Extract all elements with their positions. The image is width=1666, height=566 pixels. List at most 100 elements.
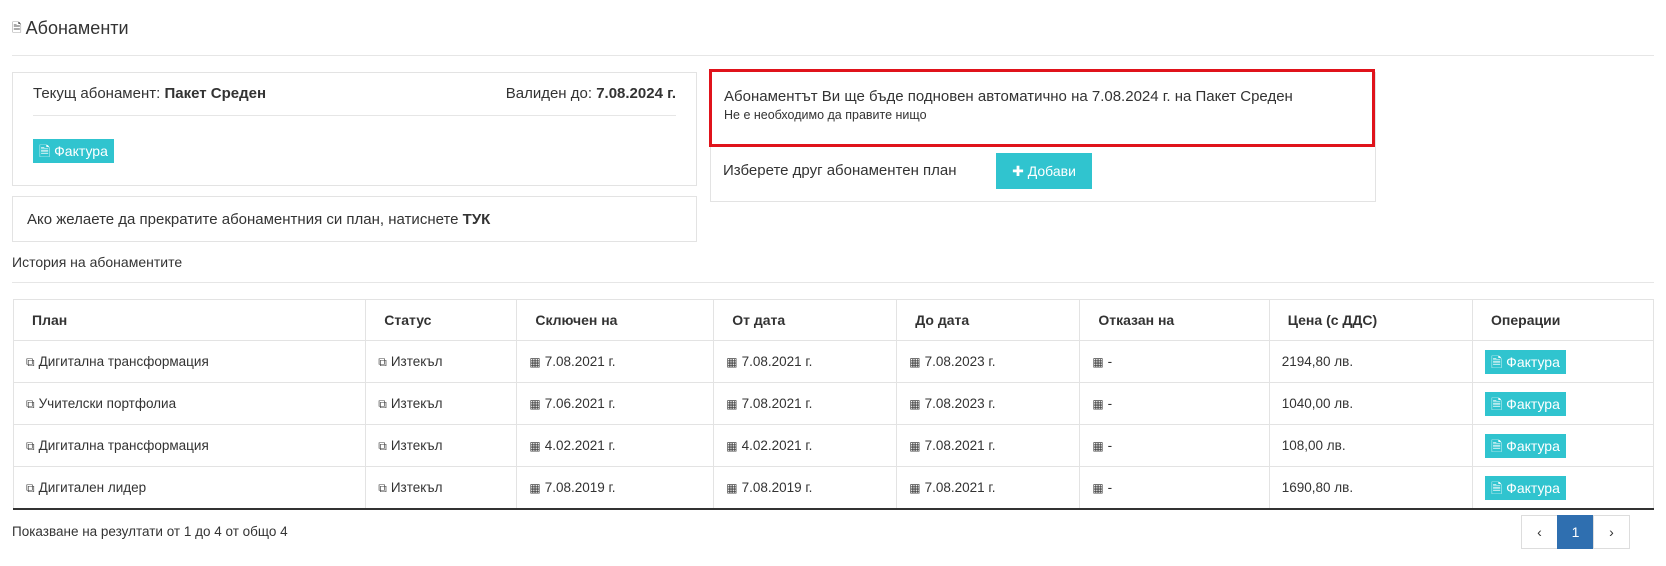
table-row: ⧉ Дигитален лидер ⧉ Изтекъл ▦ 7.08.2019 г. … bbox=[12, 466, 1654, 510]
price: 2194,80 лв. bbox=[1281, 354, 1354, 369]
calendar-icon: ▦ bbox=[726, 355, 738, 369]
current-label: Текущ абонамент: bbox=[33, 85, 161, 102]
current-subscription-panel: Текущ абонамент: Пакет Среден Валиден до… bbox=[12, 72, 697, 186]
column-header-to: До дата bbox=[896, 299, 1081, 341]
current-subscription-row: Текущ абонамент: Пакет Среден Валиден до… bbox=[33, 85, 676, 116]
invoice-label: Фактура bbox=[1506, 353, 1560, 370]
plan-name: Дигитална трансформация bbox=[38, 353, 209, 369]
column-header-status: Статус bbox=[365, 299, 518, 341]
column-header-cancelled: Отказан на bbox=[1079, 299, 1270, 341]
signed-date: 4.02.2021 г. bbox=[544, 438, 616, 453]
calendar-icon: ▦ bbox=[909, 439, 921, 453]
divider bbox=[12, 282, 1654, 283]
calendar-icon: ▦ bbox=[726, 439, 738, 453]
cancelled-date: - bbox=[1107, 354, 1113, 369]
column-header-from: От дата bbox=[713, 299, 898, 341]
cancel-text: Ако желаете да прекратите абонаментния с… bbox=[27, 211, 459, 228]
next-page-button[interactable]: › bbox=[1593, 515, 1630, 549]
add-plan-label: Добави bbox=[1027, 162, 1076, 179]
plan-name: Учителски портфолиа bbox=[38, 395, 177, 411]
calendar-icon: ▦ bbox=[726, 397, 738, 411]
copy-icon: ⧉ bbox=[26, 480, 35, 495]
calendar-icon: ▦ bbox=[529, 355, 541, 369]
to-date: 7.08.2023 г. bbox=[924, 354, 996, 369]
from-date: 7.08.2021 г. bbox=[741, 354, 813, 369]
pdf-file-icon: 🗎 bbox=[1491, 437, 1503, 454]
copy-icon: ⧉ bbox=[378, 438, 387, 453]
price: 1690,80 лв. bbox=[1281, 480, 1354, 495]
column-header-signed: Сключен на bbox=[516, 299, 715, 341]
from-date: 4.02.2021 г. bbox=[741, 438, 813, 453]
calendar-icon: ▦ bbox=[909, 355, 921, 369]
other-plan-label: Изберете друг абонаментен план bbox=[723, 162, 957, 179]
status: Изтекъл bbox=[390, 479, 443, 495]
price: 108,00 лв. bbox=[1281, 438, 1346, 453]
column-header-plan: План bbox=[12, 299, 367, 341]
plan-name: Дигитален лидер bbox=[38, 479, 147, 495]
status: Изтекъл bbox=[390, 353, 443, 369]
cancel-link[interactable]: ТУК bbox=[463, 211, 491, 228]
invoice-button[interactable]: 🗎 Фактура bbox=[1485, 349, 1566, 374]
page-title: Абонаменти bbox=[25, 18, 129, 38]
pdf-file-icon: 🗎 bbox=[1491, 395, 1503, 412]
column-header-price: Цена (с ДДС) bbox=[1268, 299, 1474, 341]
pdf-file-icon: 🗎 bbox=[1491, 353, 1503, 370]
valid-until-date: 7.08.2024 г. bbox=[596, 85, 676, 102]
invoice-label: Фактура bbox=[1506, 437, 1560, 454]
status: Изтекъл bbox=[390, 437, 443, 453]
document-icon: 🗎 bbox=[12, 21, 22, 35]
copy-icon: ⧉ bbox=[378, 396, 387, 411]
plus-icon: ✚ bbox=[1012, 162, 1024, 179]
calendar-icon: ▦ bbox=[1092, 355, 1104, 369]
current-invoice-button[interactable]: 🗎 Фактура bbox=[33, 139, 114, 163]
calendar-icon: ▦ bbox=[529, 481, 541, 495]
renewal-message: Абонаментът Ви ще бъде подновен автомати… bbox=[724, 88, 1293, 105]
invoice-button[interactable]: 🗎 Фактура bbox=[1485, 433, 1566, 458]
renewal-panel: Абонаментът Ви ще бъде подновен автомати… bbox=[709, 69, 1376, 202]
signed-date: 7.08.2021 г. bbox=[544, 354, 616, 369]
invoice-button[interactable]: 🗎 Фактура bbox=[1485, 391, 1566, 416]
table-row: ⧉ Учителски портфолиа ⧉ Изтекъл ▦ 7.06.2021… bbox=[12, 382, 1654, 425]
table-row: ⧉ Дигитална трансформация ⧉ Изтекъл ▦ 7.08.… bbox=[12, 340, 1654, 383]
invoice-button[interactable]: 🗎 Фактура bbox=[1485, 475, 1566, 500]
price: 1040,00 лв. bbox=[1281, 396, 1354, 411]
cancelled-date: - bbox=[1107, 396, 1113, 411]
from-date: 7.08.2019 г. bbox=[741, 480, 813, 495]
status: Изтекъл bbox=[390, 395, 443, 411]
column-header-operations: Операции bbox=[1472, 299, 1654, 341]
history-title: История на абонаментите bbox=[12, 254, 183, 270]
copy-icon: ⧉ bbox=[26, 438, 35, 453]
plan-name: Дигитална трансформация bbox=[38, 437, 209, 453]
calendar-icon: ▦ bbox=[1092, 439, 1104, 453]
calendar-icon: ▦ bbox=[529, 397, 541, 411]
page-1-button[interactable]: 1 bbox=[1557, 515, 1594, 549]
pdf-file-icon: 🗎 bbox=[39, 143, 51, 159]
to-date: 7.08.2023 г. bbox=[924, 396, 996, 411]
history-table: План Статус Сключен на От дата До дата О… bbox=[12, 299, 1654, 510]
copy-icon: ⧉ bbox=[378, 480, 387, 495]
invoice-label: Фактура bbox=[1506, 395, 1560, 412]
prev-page-button[interactable]: ‹ bbox=[1521, 515, 1558, 549]
page-header: 🗎 Абонаменти bbox=[12, 18, 1654, 56]
copy-icon: ⧉ bbox=[26, 354, 35, 369]
table-header-row: План Статус Сключен на От дата До дата О… bbox=[12, 299, 1654, 341]
pagination: ‹ 1 › bbox=[1521, 515, 1630, 549]
to-date: 7.08.2021 г. bbox=[924, 480, 996, 495]
copy-icon: ⧉ bbox=[26, 396, 35, 411]
signed-date: 7.08.2019 г. bbox=[544, 480, 616, 495]
add-plan-button[interactable]: ✚ Добави bbox=[996, 153, 1092, 189]
current-invoice-label: Фактура bbox=[54, 143, 108, 159]
renewal-notice: Абонаментът Ви ще бъде подновен автомати… bbox=[709, 69, 1375, 147]
renewal-subtext: Не е необходимо да правите нищо bbox=[724, 108, 927, 122]
table-row: ⧉ Дигитална трансформация ⧉ Изтекъл ▦ 4.02.… bbox=[12, 424, 1654, 467]
from-date: 7.08.2021 г. bbox=[741, 396, 813, 411]
cancelled-date: - bbox=[1107, 480, 1113, 495]
valid-until-label: Валиден до: bbox=[505, 85, 593, 102]
calendar-icon: ▦ bbox=[1092, 397, 1104, 411]
pdf-file-icon: 🗎 bbox=[1491, 479, 1503, 496]
current-plan-name: Пакет Среден bbox=[164, 85, 267, 102]
calendar-icon: ▦ bbox=[1092, 481, 1104, 495]
invoice-label: Фактура bbox=[1506, 479, 1560, 496]
cancel-subscription-panel: Ако желаете да прекратите абонаментния с… bbox=[12, 196, 697, 242]
calendar-icon: ▦ bbox=[909, 397, 921, 411]
